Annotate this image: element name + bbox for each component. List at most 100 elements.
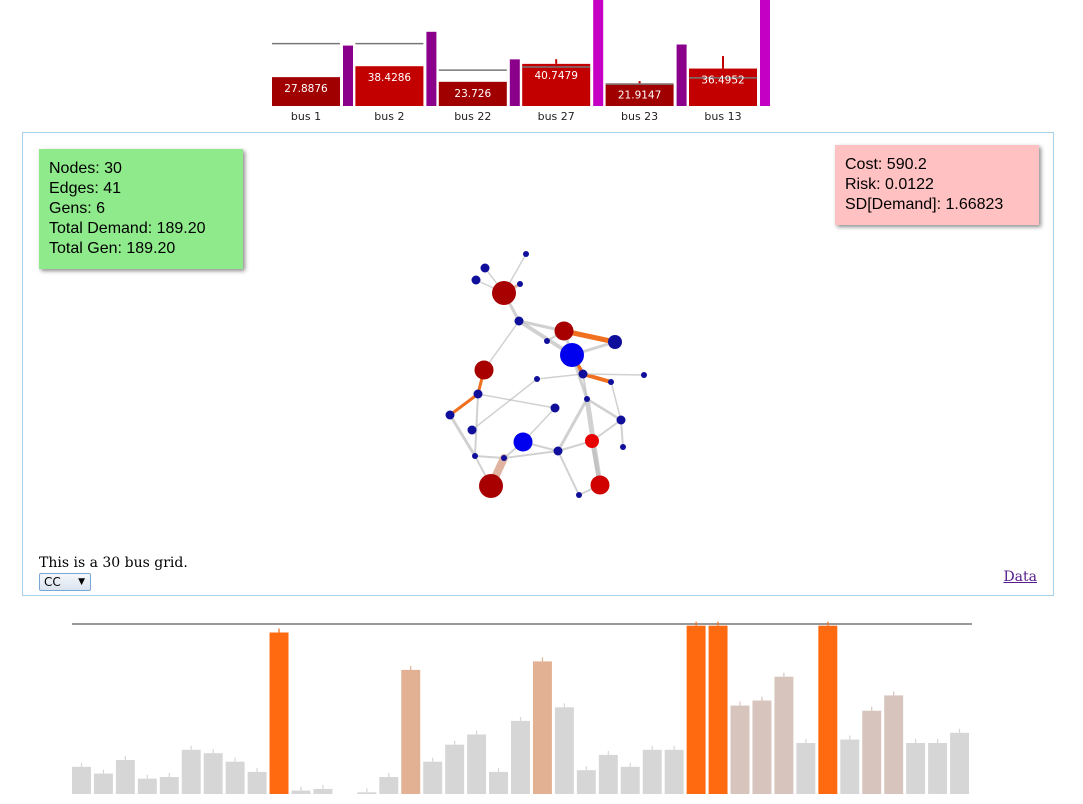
total-demand: Total Demand: 189.20 (49, 220, 206, 237)
graph-node-n18[interactable] (616, 415, 626, 425)
line-flow-bar-37[interactable] (884, 695, 904, 794)
line-flow-bar-34[interactable] (818, 625, 838, 794)
line-flow-bar-36[interactable] (862, 710, 882, 794)
line-flow-bar-32[interactable] (774, 676, 794, 794)
graph-node-n9[interactable] (608, 335, 622, 349)
line-flow-bar-23[interactable] (576, 770, 596, 794)
graph-edge-15[interactable] (448, 413, 477, 458)
line-flow-bar-33[interactable] (796, 743, 816, 794)
graph-node-n25[interactable] (501, 455, 507, 461)
line-flow-bar-38[interactable] (906, 743, 926, 794)
line-flow-bar-26[interactable] (642, 749, 662, 794)
line-flow-bar-17[interactable] (445, 744, 465, 794)
line-flow-bar-31[interactable] (752, 700, 772, 795)
line-flow-bar-9[interactable] (269, 632, 289, 795)
line-flow-bar-27[interactable] (664, 749, 684, 794)
line-flow-bar-3[interactable] (137, 778, 157, 794)
gen-bus-label-0: bus 1 (291, 110, 321, 123)
gen-reserve-bar-2 (509, 59, 520, 106)
mode-select[interactable]: CC ▼ (39, 573, 91, 591)
graph-node-n5[interactable] (517, 281, 523, 287)
gens-count: Gens: 6 (49, 200, 106, 217)
graph-node-n13[interactable] (578, 369, 588, 379)
line-flow-bar-22[interactable] (554, 707, 574, 794)
graph-node-n30[interactable] (576, 492, 582, 498)
graph-edge-40[interactable] (471, 378, 538, 431)
data-link[interactable]: Data (1003, 569, 1037, 585)
grid-panel: Nodes: 30 Edges: 41 Gens: 6 Total Demand… (22, 132, 1054, 596)
line-flow-bar-14[interactable] (379, 777, 399, 794)
graph-node-n8[interactable] (544, 338, 550, 344)
graph-node-n19[interactable] (584, 396, 590, 402)
line-flow-bar-20[interactable] (511, 720, 530, 794)
gen-value-label-1: 38.4286 (368, 72, 412, 84)
graph-node-n27[interactable] (479, 474, 503, 498)
gen-value-label-5: 36.4952 (701, 75, 744, 87)
edges-count: Edges: 41 (49, 180, 122, 197)
line-flow-bar-4[interactable] (159, 777, 179, 794)
graph-node-n21[interactable] (467, 425, 477, 435)
gen-reserve-bar-5 (760, 0, 770, 106)
line-flow-bar-2[interactable] (115, 760, 135, 794)
graph-node-n20[interactable] (445, 410, 455, 420)
graph-edge-33[interactable] (557, 450, 580, 496)
graph-edge-24[interactable] (582, 373, 645, 376)
line-flow-bar-21[interactable] (532, 661, 552, 794)
cost-value: Cost: 590.2 (845, 156, 927, 173)
graph-node-n14[interactable] (608, 379, 614, 385)
graph-node-n22[interactable] (585, 434, 599, 448)
line-flow-chart (72, 621, 972, 795)
line-flow-bar-35[interactable] (840, 739, 860, 794)
graph-edge-14[interactable] (448, 392, 480, 417)
grid-description: This is a 30 bus grid. (39, 555, 188, 571)
graph-node-n3[interactable] (471, 275, 481, 285)
line-flow-bar-40[interactable] (950, 732, 969, 794)
line-flow-bar-6[interactable] (203, 753, 223, 794)
line-flow-bar-11[interactable] (313, 788, 333, 794)
graph-node-n12[interactable] (534, 376, 540, 382)
graph-edge-23[interactable] (536, 373, 584, 380)
gen-value-label-4: 21.9147 (618, 89, 661, 101)
gen-reserve-bar-4 (676, 44, 687, 106)
line-flow-bar-0[interactable] (72, 766, 91, 794)
graph-edge-22[interactable] (477, 393, 556, 409)
line-flow-bar-10[interactable] (291, 790, 311, 794)
graph-node-n29[interactable] (620, 444, 626, 450)
gen-bus-label-5: bus 13 (704, 110, 741, 123)
graph-node-n24[interactable] (472, 453, 478, 459)
graph-node-n23[interactable] (513, 432, 533, 452)
graph-node-n7[interactable] (554, 321, 574, 341)
graph-node-n10[interactable] (560, 343, 584, 367)
graph-edge-17[interactable] (474, 455, 505, 459)
line-flow-bar-29[interactable] (708, 625, 728, 794)
graph-node-n28[interactable] (590, 475, 610, 495)
line-flow-bar-16[interactable] (423, 761, 443, 794)
line-flow-bar-28[interactable] (686, 625, 706, 794)
graph-node-n16[interactable] (473, 389, 483, 399)
line-flow-bar-18[interactable] (467, 734, 487, 795)
line-flow-bar-24[interactable] (598, 754, 618, 794)
line-flow-bar-15[interactable] (401, 669, 421, 794)
line-flow-bar-30[interactable] (730, 705, 750, 794)
nodes-count: Nodes: 30 (49, 160, 122, 177)
gen-value-label-3: 40.7479 (534, 70, 577, 82)
gen-bus-label-1: bus 2 (374, 110, 404, 123)
line-flow-bar-13[interactable] (357, 792, 377, 794)
graph-node-n11[interactable] (474, 360, 494, 380)
line-flow-bar-8[interactable] (247, 771, 267, 794)
graph-node-n1[interactable] (492, 281, 516, 305)
graph-node-n6[interactable] (514, 316, 524, 326)
generator-chart: 27.8876 bus 1 38.4286 bus 2 23.726 bus 22 40.7… (272, 0, 770, 123)
graph-node-n2[interactable] (480, 263, 490, 273)
line-flow-bar-5[interactable] (181, 749, 201, 794)
line-flow-bar-19[interactable] (489, 771, 509, 794)
graph-node-n15[interactable] (641, 372, 647, 378)
line-flow-bar-25[interactable] (620, 766, 640, 794)
line-flow-bar-1[interactable] (93, 773, 113, 794)
sd-demand-value: SD[Demand]: 1.66823 (845, 196, 1004, 213)
line-flow-bar-39[interactable] (928, 743, 948, 794)
graph-node-n4[interactable] (523, 251, 529, 257)
line-flow-bar-7[interactable] (225, 761, 245, 794)
graph-node-n17[interactable] (550, 403, 560, 413)
graph-node-n26[interactable] (553, 446, 563, 456)
